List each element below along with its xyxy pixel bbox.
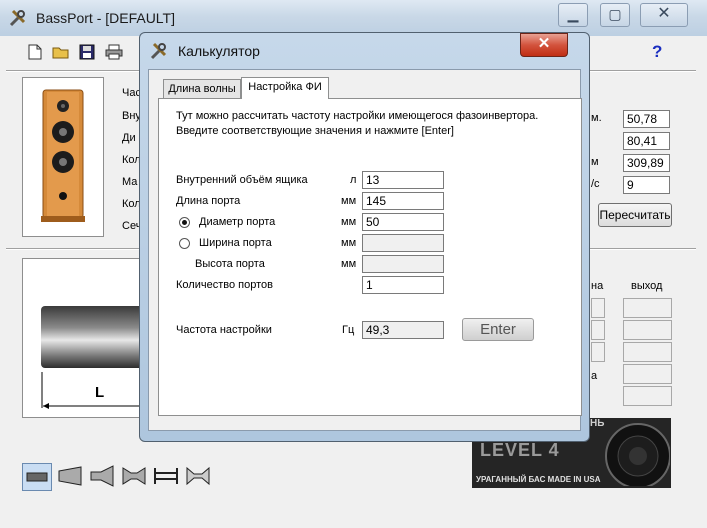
intro-text-line1: Тут можно рассчитать частоту настройки и… [176,110,539,122]
dimension-line [41,372,145,412]
calculator-dialog: Калькулятор ✕ Длина волны Настройка ФИ Т… [139,32,590,442]
param-unit-1: м [591,156,599,168]
main-titlebar: BassPort - [DEFAULT] ▁ ▢ ✕ [0,0,707,36]
box-volume-input[interactable]: 13 [362,171,444,189]
shape-double-flare-button[interactable] [120,463,148,491]
minimize-button[interactable]: ▁ [558,3,588,27]
shape-horn-button[interactable] [88,463,116,491]
output-cell-a2 [591,320,605,340]
port-width-input[interactable] [362,234,444,252]
result-field-3[interactable]: 9 [623,176,670,194]
port-diameter-unit: мм [341,216,357,228]
horn-port-icon [90,465,114,487]
dimension-label: L [95,384,105,401]
side-label-a: а [591,370,598,382]
main-close-button[interactable]: ✕ [640,3,688,27]
tuning-frequency-unit: Гц [342,324,355,336]
tuning-frequency-output: 49,3 [362,321,444,339]
port-diameter-input[interactable]: 50 [362,213,444,231]
shape-wide-flare-button[interactable] [184,463,212,491]
enter-button[interactable]: Enter [462,318,534,341]
output-cell-b2 [623,320,672,340]
tuning-frequency-label: Частота настройки [176,324,272,336]
box-volume-unit: л [350,174,357,186]
port-count-input[interactable]: 1 [362,276,444,294]
double-flare-port-icon [122,467,146,485]
result-field-2[interactable]: 309,89 [623,154,670,172]
open-folder-icon[interactable] [52,44,70,62]
tab-port-tuning[interactable]: Настройка ФИ [241,77,329,99]
wide-flare-port-icon [186,466,210,486]
dialog-close-button[interactable]: ✕ [520,33,568,57]
port-width-radio[interactable] [179,238,190,249]
new-file-icon[interactable] [26,44,44,62]
close-icon: ✕ [657,5,671,22]
column-header-1: выход [631,280,663,292]
intro-text-line2: Введите соответствующие значения и нажми… [176,125,454,137]
port-diameter-label: Диаметр порта [199,216,276,228]
port-width-unit: мм [341,237,357,249]
speaker-image-frame [22,77,104,237]
maximize-icon: ▢ [608,6,622,22]
port-length-input[interactable]: 145 [362,192,444,210]
output-cell-b5 [623,386,672,406]
param-label-2: Ди [122,132,136,144]
ad-banner-brand: LEVEL 4 [480,440,560,460]
maximize-button[interactable]: ▢ [600,3,630,27]
straight-port-icon [26,472,48,482]
output-cell-a1 [591,298,605,318]
flared-port-icon [58,466,82,486]
recalculate-button[interactable]: Пересчитать [598,203,672,227]
dialog-tools-icon [149,41,169,61]
shape-flared-button[interactable] [56,463,84,491]
param-label-3: Кол [122,154,141,166]
output-cell-b1 [623,298,672,318]
speaker-cabinet-image [39,88,87,226]
dialog-body: Длина волны Настройка ФИ Тут можно рассч… [148,69,582,431]
port-height-unit: мм [341,258,357,270]
output-cell-b3 [623,342,672,362]
main-window-title: BassPort - [DEFAULT] [36,10,175,26]
save-icon[interactable] [78,44,96,62]
port-tube-image [41,306,151,368]
port-shape-toolbar [20,460,220,494]
port-diameter-radio[interactable] [179,217,190,228]
close-icon: ✕ [537,35,551,52]
minimize-icon: ▁ [567,6,579,22]
tab-page-port-tuning: Тут можно рассчитать частоту настройки и… [158,98,582,416]
shape-straight-button[interactable] [22,463,52,491]
shape-flanged-button[interactable] [152,463,180,491]
port-diagram-frame: L [22,258,151,418]
ad-banner-tagline: УРАГАННЫЙ БАС MADE IN USA [476,475,601,484]
help-button[interactable]: ? [652,42,668,64]
help-label: ? [652,42,663,61]
port-height-input[interactable] [362,255,444,273]
tools-icon [8,8,28,28]
flanged-port-icon [154,468,178,484]
dialog-title: Калькулятор [178,43,260,59]
param-label-4: Ма [122,176,138,188]
output-cell-b4 [623,364,672,384]
subwoofer-image [600,422,671,488]
output-cell-a3 [591,342,605,362]
result-field-1[interactable]: 80,41 [623,132,670,150]
port-width-label: Ширина порта [199,237,272,249]
port-count-label: Количество портов [176,279,273,291]
port-height-label: Высота порта [195,258,265,270]
tab-wavelength[interactable]: Длина волны [163,79,241,99]
param-label-5: Кол [122,198,141,210]
port-length-label: Длина порта [176,195,241,207]
port-length-unit: мм [341,195,357,207]
print-icon[interactable] [105,44,123,62]
param-unit-0: м. [591,112,602,124]
box-volume-label: Внутренний объём ящика [176,174,308,186]
result-field-0[interactable]: 50,78 [623,110,670,128]
column-header-0: на [591,280,604,292]
param-unit-2: /с [591,178,600,190]
